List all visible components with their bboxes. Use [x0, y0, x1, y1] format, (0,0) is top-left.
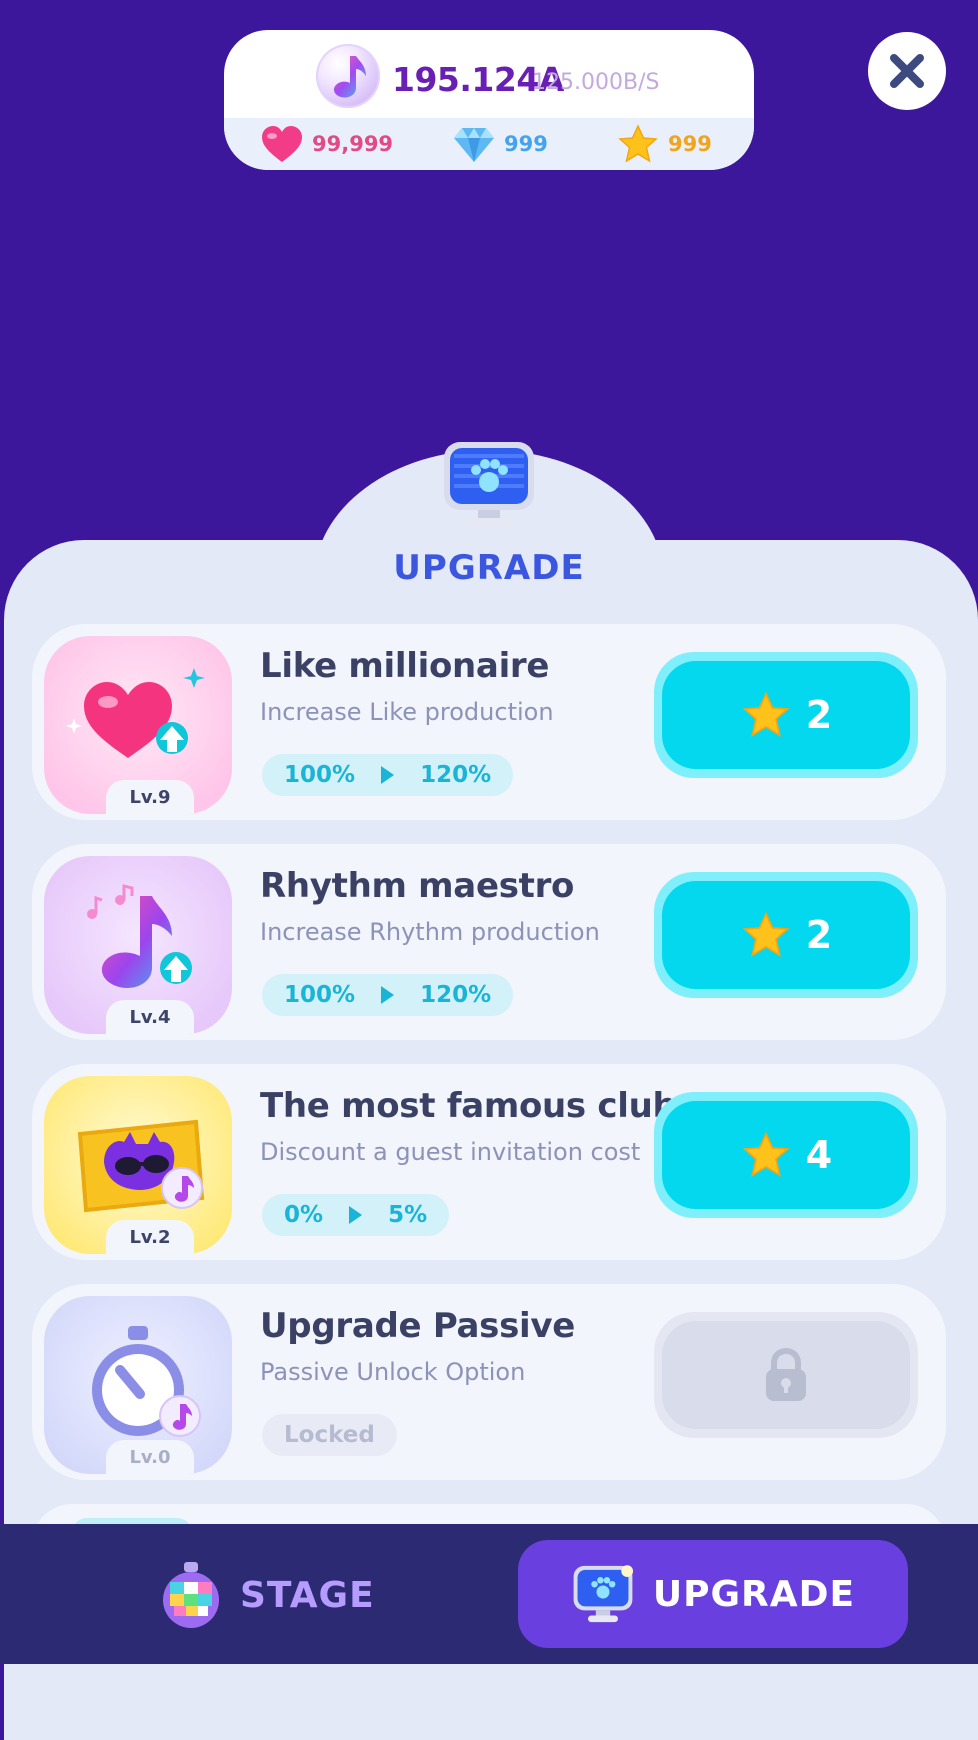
- heart-currency: 99,999: [260, 124, 393, 164]
- panel-title: UPGRADE: [393, 548, 585, 588]
- level-tab: Lv.4: [106, 1000, 194, 1034]
- gem-count: 999: [504, 132, 548, 156]
- upgrade-card-rhythm-maestro: Lv.4 Rhythm maestro Increase Rhythm prod…: [32, 844, 946, 1040]
- nav-upgrade-label: UPGRADE: [652, 1573, 856, 1615]
- buy-upgrade-button[interactable]: 4: [654, 1092, 918, 1218]
- close-button[interactable]: [868, 32, 946, 110]
- music-note-icon: [316, 44, 380, 108]
- upgrade-cost: 4: [805, 1133, 833, 1177]
- level-tab: Lv.0: [106, 1440, 194, 1474]
- effect-to: 5%: [388, 1202, 428, 1228]
- buy-upgrade-button[interactable]: 2: [654, 872, 918, 998]
- upgrade-description: Increase Like production: [260, 698, 554, 726]
- star-icon: [616, 124, 660, 164]
- effect-to: 120%: [420, 982, 492, 1008]
- close-icon: [890, 54, 924, 88]
- upgrade-description: Increase Rhythm production: [260, 918, 600, 946]
- upgrade-title: Upgrade Passive: [260, 1306, 576, 1346]
- upgrade-title: Like millionaire: [260, 646, 550, 686]
- effect-from: 100%: [284, 762, 356, 788]
- bottom-navigation: STAGE UPGRADE: [0, 1524, 978, 1664]
- nav-upgrade-button[interactable]: UPGRADE: [518, 1540, 908, 1648]
- play-arrow-icon: [349, 1206, 363, 1224]
- locked-label: Locked: [284, 1422, 375, 1448]
- nav-stage-label: STAGE: [240, 1574, 375, 1616]
- buy-upgrade-button[interactable]: 2: [654, 652, 918, 778]
- nav-stage-button[interactable]: STAGE: [160, 1560, 375, 1630]
- upgrade-thumbnail: Lv.0: [44, 1296, 232, 1474]
- lock-icon: [766, 1347, 806, 1401]
- upgrade-card-like-millionaire: Lv.9 Like millionaire Increase Like prod…: [32, 624, 946, 820]
- level-tab: Lv.2: [106, 1220, 194, 1254]
- play-arrow-icon: [381, 986, 395, 1004]
- locked-status-pill: Locked: [262, 1414, 397, 1456]
- music-rate: 125.000B/S: [532, 70, 660, 95]
- upgrade-thumbnail: Lv.4: [44, 856, 232, 1034]
- star-icon: [742, 691, 790, 737]
- play-arrow-icon: [381, 766, 395, 784]
- gem-currency: 999: [452, 124, 548, 164]
- paw-monitor-icon: [573, 1565, 633, 1623]
- effect-from: 100%: [284, 982, 356, 1008]
- upgrade-thumbnail: Lv.2: [44, 1076, 232, 1254]
- disco-ball-icon: [163, 1562, 219, 1628]
- upgrade-thumbnail: Lv.9: [44, 636, 232, 814]
- upgrade-card-upgrade-passive: Lv.0 Upgrade Passive Passive Unlock Opti…: [32, 1284, 946, 1480]
- currency-row: 99,999 999 999: [224, 118, 754, 170]
- upgrade-cost: 2: [805, 693, 833, 737]
- upgrade-effect-pill: 100% 120%: [262, 754, 514, 796]
- gem-icon: [452, 124, 496, 164]
- effect-from: 0%: [284, 1202, 324, 1228]
- upgrade-description: Discount a guest invitation cost: [260, 1138, 641, 1166]
- upgrade-effect-pill: 100% 120%: [262, 974, 514, 1016]
- upgrade-title: Rhythm maestro: [260, 866, 575, 906]
- star-icon: [742, 911, 790, 957]
- upgrade-cost: 2: [805, 913, 833, 957]
- effect-to: 120%: [420, 762, 492, 788]
- star-currency: 999: [616, 124, 712, 164]
- heart-count: 99,999: [312, 132, 394, 156]
- upgrade-title: The most famous club: [260, 1086, 677, 1126]
- star-count: 999: [668, 132, 712, 156]
- upgrade-description: Passive Unlock Option: [260, 1358, 526, 1386]
- upgrade-effect-pill: 0% 5%: [262, 1194, 450, 1236]
- paw-monitor-icon: [440, 440, 538, 530]
- music-currency-row: 195.124A 125.000B/S: [224, 30, 754, 118]
- heart-icon: [260, 124, 304, 164]
- star-icon: [742, 1131, 790, 1177]
- resource-bar: 195.124A 125.000B/S 99,999 999 999: [224, 30, 754, 170]
- level-tab: Lv.9: [106, 780, 194, 814]
- locked-upgrade-button[interactable]: [654, 1312, 918, 1438]
- upgrade-card-most-famous-club: Lv.2 The most famous club Discount a gue…: [32, 1064, 946, 1260]
